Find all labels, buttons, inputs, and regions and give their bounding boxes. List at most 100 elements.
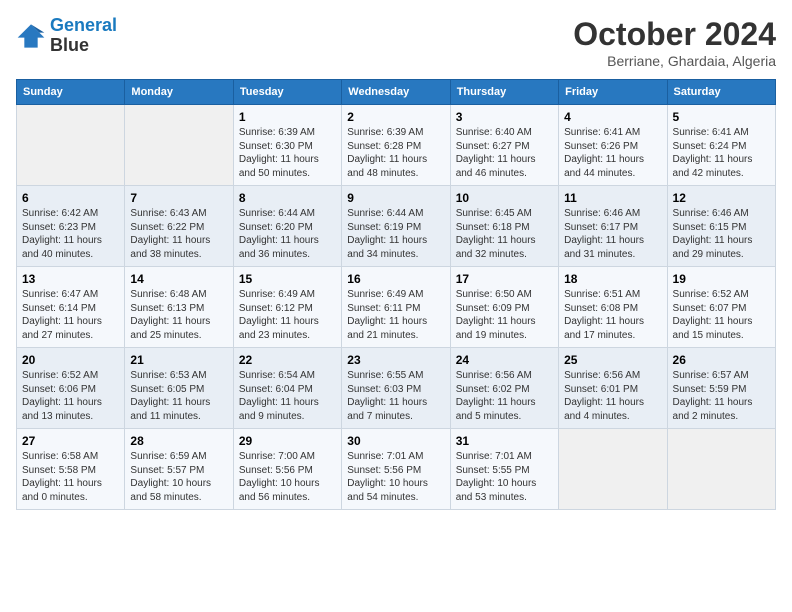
weekday-header-saturday: Saturday [667, 80, 775, 105]
page-header: General Blue October 2024 Berriane, Ghar… [16, 16, 776, 69]
calendar-cell: 18 Sunrise: 6:51 AMSunset: 6:08 PMDaylig… [559, 267, 667, 348]
calendar-cell: 22 Sunrise: 6:54 AMSunset: 6:04 PMDaylig… [233, 348, 341, 429]
cell-info: Sunrise: 7:01 AMSunset: 5:55 PMDaylight:… [456, 450, 553, 504]
calendar-week-2: 6 Sunrise: 6:42 AMSunset: 6:23 PMDayligh… [17, 186, 776, 267]
calendar-cell: 10 Sunrise: 6:45 AMSunset: 6:18 PMDaylig… [450, 186, 558, 267]
calendar-cell: 12 Sunrise: 6:46 AMSunset: 6:15 PMDaylig… [667, 186, 775, 267]
calendar-week-3: 13 Sunrise: 6:47 AMSunset: 6:14 PMDaylig… [17, 267, 776, 348]
cell-info: Sunrise: 6:46 AMSunset: 6:17 PMDaylight:… [564, 207, 661, 261]
calendar-table: SundayMondayTuesdayWednesdayThursdayFrid… [16, 79, 776, 510]
calendar-cell: 26 Sunrise: 6:57 AMSunset: 5:59 PMDaylig… [667, 348, 775, 429]
day-number: 27 [22, 434, 119, 448]
cell-info: Sunrise: 6:48 AMSunset: 6:13 PMDaylight:… [130, 288, 227, 342]
day-number: 22 [239, 353, 336, 367]
cell-info: Sunrise: 6:42 AMSunset: 6:23 PMDaylight:… [22, 207, 119, 261]
day-number: 30 [347, 434, 444, 448]
day-number: 21 [130, 353, 227, 367]
calendar-cell: 16 Sunrise: 6:49 AMSunset: 6:11 PMDaylig… [342, 267, 450, 348]
calendar-cell [667, 429, 775, 510]
cell-info: Sunrise: 6:55 AMSunset: 6:03 PMDaylight:… [347, 369, 444, 423]
weekday-header-wednesday: Wednesday [342, 80, 450, 105]
calendar-cell: 4 Sunrise: 6:41 AMSunset: 6:26 PMDayligh… [559, 105, 667, 186]
day-number: 8 [239, 191, 336, 205]
weekday-header-tuesday: Tuesday [233, 80, 341, 105]
day-number: 26 [673, 353, 770, 367]
cell-info: Sunrise: 6:39 AMSunset: 6:28 PMDaylight:… [347, 126, 444, 180]
day-number: 29 [239, 434, 336, 448]
calendar-week-1: 1 Sunrise: 6:39 AMSunset: 6:30 PMDayligh… [17, 105, 776, 186]
day-number: 3 [456, 110, 553, 124]
day-number: 7 [130, 191, 227, 205]
day-number: 18 [564, 272, 661, 286]
cell-info: Sunrise: 6:56 AMSunset: 6:02 PMDaylight:… [456, 369, 553, 423]
cell-info: Sunrise: 6:49 AMSunset: 6:11 PMDaylight:… [347, 288, 444, 342]
calendar-cell [125, 105, 233, 186]
day-number: 17 [456, 272, 553, 286]
cell-info: Sunrise: 6:56 AMSunset: 6:01 PMDaylight:… [564, 369, 661, 423]
day-number: 4 [564, 110, 661, 124]
calendar-week-4: 20 Sunrise: 6:52 AMSunset: 6:06 PMDaylig… [17, 348, 776, 429]
logo-icon [16, 21, 46, 51]
day-number: 10 [456, 191, 553, 205]
logo-text: General Blue [50, 16, 117, 56]
cell-info: Sunrise: 6:44 AMSunset: 6:20 PMDaylight:… [239, 207, 336, 261]
calendar-cell: 7 Sunrise: 6:43 AMSunset: 6:22 PMDayligh… [125, 186, 233, 267]
day-number: 23 [347, 353, 444, 367]
day-number: 25 [564, 353, 661, 367]
cell-info: Sunrise: 6:57 AMSunset: 5:59 PMDaylight:… [673, 369, 770, 423]
calendar-cell: 24 Sunrise: 6:56 AMSunset: 6:02 PMDaylig… [450, 348, 558, 429]
calendar-cell: 28 Sunrise: 6:59 AMSunset: 5:57 PMDaylig… [125, 429, 233, 510]
calendar-cell [17, 105, 125, 186]
cell-info: Sunrise: 6:41 AMSunset: 6:26 PMDaylight:… [564, 126, 661, 180]
calendar-cell: 13 Sunrise: 6:47 AMSunset: 6:14 PMDaylig… [17, 267, 125, 348]
calendar-cell [559, 429, 667, 510]
calendar-cell: 17 Sunrise: 6:50 AMSunset: 6:09 PMDaylig… [450, 267, 558, 348]
day-number: 13 [22, 272, 119, 286]
day-number: 12 [673, 191, 770, 205]
logo: General Blue [16, 16, 117, 56]
cell-info: Sunrise: 6:53 AMSunset: 6:05 PMDaylight:… [130, 369, 227, 423]
weekday-header-monday: Monday [125, 80, 233, 105]
day-number: 16 [347, 272, 444, 286]
location-text: Berriane, Ghardaia, Algeria [573, 53, 776, 69]
cell-info: Sunrise: 6:45 AMSunset: 6:18 PMDaylight:… [456, 207, 553, 261]
cell-info: Sunrise: 6:41 AMSunset: 6:24 PMDaylight:… [673, 126, 770, 180]
day-number: 2 [347, 110, 444, 124]
day-number: 20 [22, 353, 119, 367]
calendar-cell: 1 Sunrise: 6:39 AMSunset: 6:30 PMDayligh… [233, 105, 341, 186]
calendar-body: 1 Sunrise: 6:39 AMSunset: 6:30 PMDayligh… [17, 105, 776, 510]
month-year-title: October 2024 [573, 16, 776, 53]
day-number: 6 [22, 191, 119, 205]
calendar-cell: 11 Sunrise: 6:46 AMSunset: 6:17 PMDaylig… [559, 186, 667, 267]
day-number: 14 [130, 272, 227, 286]
cell-info: Sunrise: 6:44 AMSunset: 6:19 PMDaylight:… [347, 207, 444, 261]
weekday-header-sunday: Sunday [17, 80, 125, 105]
cell-info: Sunrise: 7:01 AMSunset: 5:56 PMDaylight:… [347, 450, 444, 504]
day-number: 1 [239, 110, 336, 124]
cell-info: Sunrise: 6:43 AMSunset: 6:22 PMDaylight:… [130, 207, 227, 261]
calendar-cell: 5 Sunrise: 6:41 AMSunset: 6:24 PMDayligh… [667, 105, 775, 186]
calendar-cell: 25 Sunrise: 6:56 AMSunset: 6:01 PMDaylig… [559, 348, 667, 429]
calendar-cell: 6 Sunrise: 6:42 AMSunset: 6:23 PMDayligh… [17, 186, 125, 267]
calendar-cell: 9 Sunrise: 6:44 AMSunset: 6:19 PMDayligh… [342, 186, 450, 267]
cell-info: Sunrise: 6:59 AMSunset: 5:57 PMDaylight:… [130, 450, 227, 504]
calendar-cell: 19 Sunrise: 6:52 AMSunset: 6:07 PMDaylig… [667, 267, 775, 348]
cell-info: Sunrise: 6:58 AMSunset: 5:58 PMDaylight:… [22, 450, 119, 504]
calendar-cell: 23 Sunrise: 6:55 AMSunset: 6:03 PMDaylig… [342, 348, 450, 429]
cell-info: Sunrise: 6:46 AMSunset: 6:15 PMDaylight:… [673, 207, 770, 261]
day-number: 19 [673, 272, 770, 286]
cell-info: Sunrise: 6:40 AMSunset: 6:27 PMDaylight:… [456, 126, 553, 180]
cell-info: Sunrise: 6:52 AMSunset: 6:06 PMDaylight:… [22, 369, 119, 423]
day-number: 31 [456, 434, 553, 448]
calendar-cell: 27 Sunrise: 6:58 AMSunset: 5:58 PMDaylig… [17, 429, 125, 510]
cell-info: Sunrise: 6:51 AMSunset: 6:08 PMDaylight:… [564, 288, 661, 342]
weekday-header-thursday: Thursday [450, 80, 558, 105]
calendar-week-5: 27 Sunrise: 6:58 AMSunset: 5:58 PMDaylig… [17, 429, 776, 510]
day-number: 9 [347, 191, 444, 205]
calendar-cell: 21 Sunrise: 6:53 AMSunset: 6:05 PMDaylig… [125, 348, 233, 429]
calendar-cell: 3 Sunrise: 6:40 AMSunset: 6:27 PMDayligh… [450, 105, 558, 186]
calendar-cell: 2 Sunrise: 6:39 AMSunset: 6:28 PMDayligh… [342, 105, 450, 186]
cell-info: Sunrise: 7:00 AMSunset: 5:56 PMDaylight:… [239, 450, 336, 504]
calendar-cell: 15 Sunrise: 6:49 AMSunset: 6:12 PMDaylig… [233, 267, 341, 348]
cell-info: Sunrise: 6:52 AMSunset: 6:07 PMDaylight:… [673, 288, 770, 342]
